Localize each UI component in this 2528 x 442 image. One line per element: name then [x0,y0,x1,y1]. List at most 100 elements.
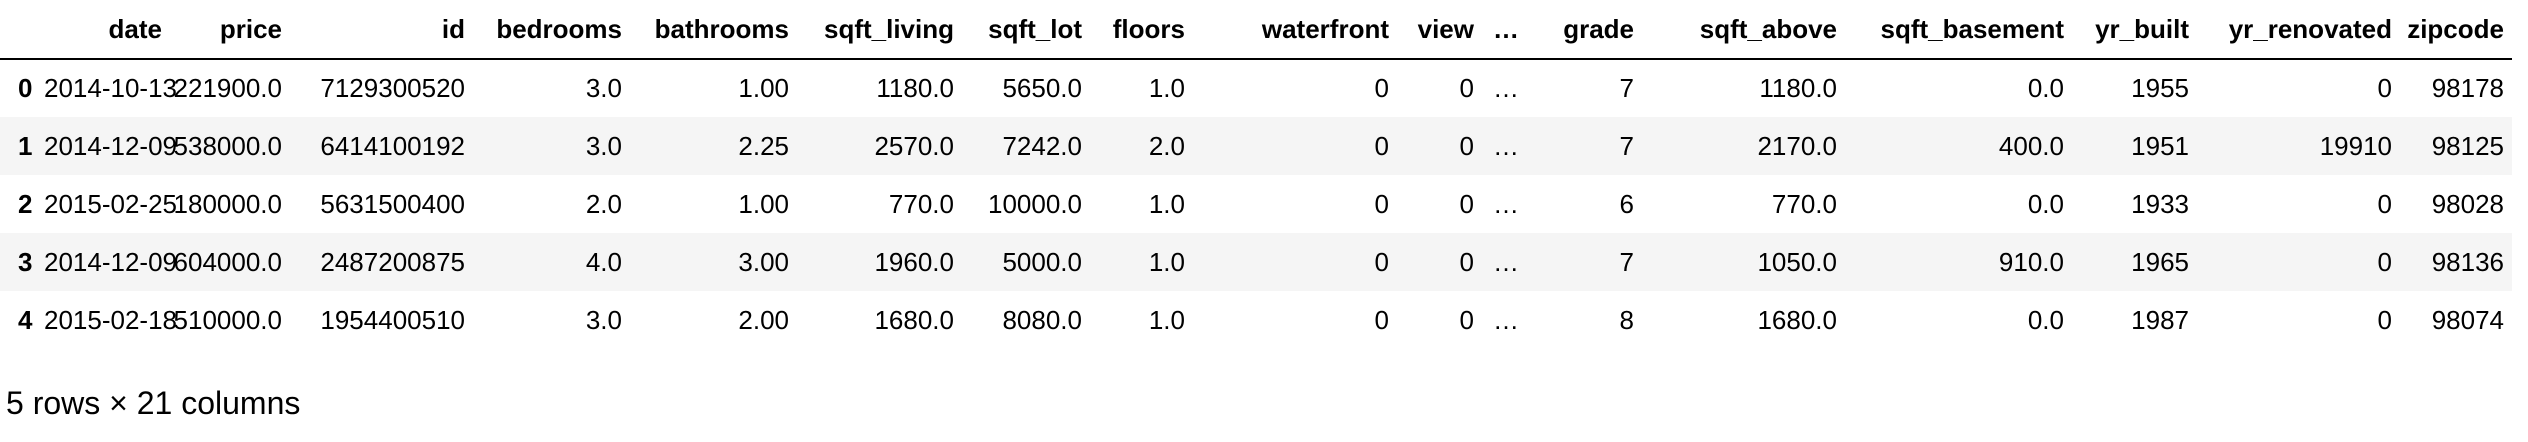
table-cell: 0.0 [2027,73,2064,103]
table-cell: 7 [1619,246,1634,277]
table-cell: 1.0 [1148,304,1185,335]
table-cell: 1050.0 [1757,246,1837,277]
row-index: 3 [18,246,33,277]
table-cell: 1933 [2131,188,2189,219]
table-cell: 1180.0 [876,73,954,103]
table-row: 1 2014-12-09 538000.0 6414100192 3.0 2.2… [0,117,2512,175]
table-cell: 0 [1374,304,1389,335]
table-cell: 221900.0 [173,73,282,103]
table-cell: 0 [1374,188,1389,219]
row-index: 4 [18,304,33,335]
table-cell: 98178 [2431,73,2504,103]
table-cell: 770.0 [888,188,954,219]
table-cell: 1.00 [738,188,789,219]
table-cell: 10000.0 [988,188,1082,219]
table-header: date price id bedrooms bathrooms sqft_li… [0,0,2512,60]
table-cell: 1987 [2131,304,2189,335]
table-cell: 0 [1459,304,1474,335]
column-header: yr_built [2072,0,2197,60]
ellipsis-cell: … [1493,188,1519,219]
table-cell: 2014-12-09 [44,246,177,277]
table-cell: 98136 [2431,246,2504,277]
table-cell: 0.0 [2027,188,2064,219]
table-cell: 180000.0 [173,188,282,219]
column-header: floors [1090,0,1193,60]
table-row: 4 2015-02-18 510000.0 1954400510 3.0 2.0… [0,291,2512,349]
table-cell: 0 [1374,130,1389,161]
table-cell: 0 [2377,246,2392,277]
row-index: 2 [18,188,33,219]
column-header: zipcode [2400,0,2512,60]
table-cell: 0 [2377,188,2392,219]
table-cell: 3.0 [585,73,622,103]
table-cell: 0 [1459,73,1474,103]
table-row: 2 2015-02-25 180000.0 5631500400 2.0 1.0… [0,175,2512,233]
table-cell: 2015-02-25 [44,188,177,219]
table-cell: 0.0 [2027,304,2064,335]
table-cell: 1.0 [1148,73,1185,103]
dataframe-table: date price id bedrooms bathrooms sqft_li… [0,0,2512,349]
table-cell: 5631500400 [320,188,465,219]
table-row: 0 2014-10-13 221900.0 7129300520 3.0 1.0… [0,59,2512,117]
table-cell: 400.0 [1998,130,2064,161]
table-cell: 0 [1459,246,1474,277]
table-cell: 98028 [2431,188,2504,219]
table-cell: 8080.0 [1002,304,1082,335]
column-header: grade [1527,0,1642,60]
row-index: 1 [18,130,33,161]
column-header: bathrooms [630,0,797,60]
table-cell: 6414100192 [320,130,465,161]
column-header: sqft_lot [962,0,1090,60]
index-header [0,0,44,60]
table-cell: 2.0 [1148,130,1185,161]
ellipsis-cell: … [1493,304,1519,335]
table-cell: 2014-12-09 [44,130,177,161]
column-header: yr_renovated [2197,0,2400,60]
table-cell: 2570.0 [874,130,954,161]
table-cell: 770.0 [1771,188,1837,219]
table-cell: 3.00 [738,246,789,277]
column-header: id [290,0,473,60]
ellipsis-cell: … [1493,246,1519,277]
table-cell: 1.0 [1148,246,1185,277]
table-cell: 1954400510 [320,304,465,335]
table-cell: 0 [1459,130,1474,161]
table-cell: 1960.0 [874,246,954,277]
table-cell: 1180.0 [1759,73,1837,103]
table-cell: 19910 [2319,130,2392,161]
table-cell: 7129300520 [320,73,465,103]
table-cell: 2.25 [738,130,789,161]
table-cell: 1965 [2131,246,2189,277]
table-cell: 1.0 [1148,188,1185,219]
table-cell: 910.0 [1998,246,2064,277]
table-cell: 2487200875 [320,246,465,277]
table-cell: 1951 [2131,130,2189,161]
table-cell: 510000.0 [173,304,282,335]
table-body: 0 2014-10-13 221900.0 7129300520 3.0 1.0… [0,59,2512,349]
dataframe-output: date price id bedrooms bathrooms sqft_li… [0,0,2528,349]
table-cell: 1955 [2131,73,2189,103]
ellipsis-cell: … [1493,73,1519,103]
column-header: view [1397,0,1482,60]
column-header: sqft_above [1642,0,1845,60]
table-cell: 538000.0 [173,130,282,161]
column-header: waterfront [1193,0,1397,60]
table-cell: 4.0 [585,246,622,277]
table-cell: 6 [1619,188,1634,219]
table-cell: 1.00 [738,73,789,103]
table-cell: 2014-10-13 [44,73,177,103]
table-cell: 1680.0 [1757,304,1837,335]
column-header: bedrooms [473,0,630,60]
table-cell: 2170.0 [1757,130,1837,161]
table-cell: 5000.0 [1002,246,1082,277]
table-cell: 0 [2377,73,2392,103]
table-cell: 7 [1619,130,1634,161]
table-cell: 0 [1374,73,1389,103]
table-cell: 8 [1619,304,1634,335]
table-cell: 7242.0 [1002,130,1082,161]
column-header: sqft_basement [1845,0,2072,60]
table-cell: 3.0 [585,130,622,161]
ellipsis-column-header: … [1482,0,1527,60]
table-cell: 98074 [2431,304,2504,335]
table-cell: 2.00 [738,304,789,335]
